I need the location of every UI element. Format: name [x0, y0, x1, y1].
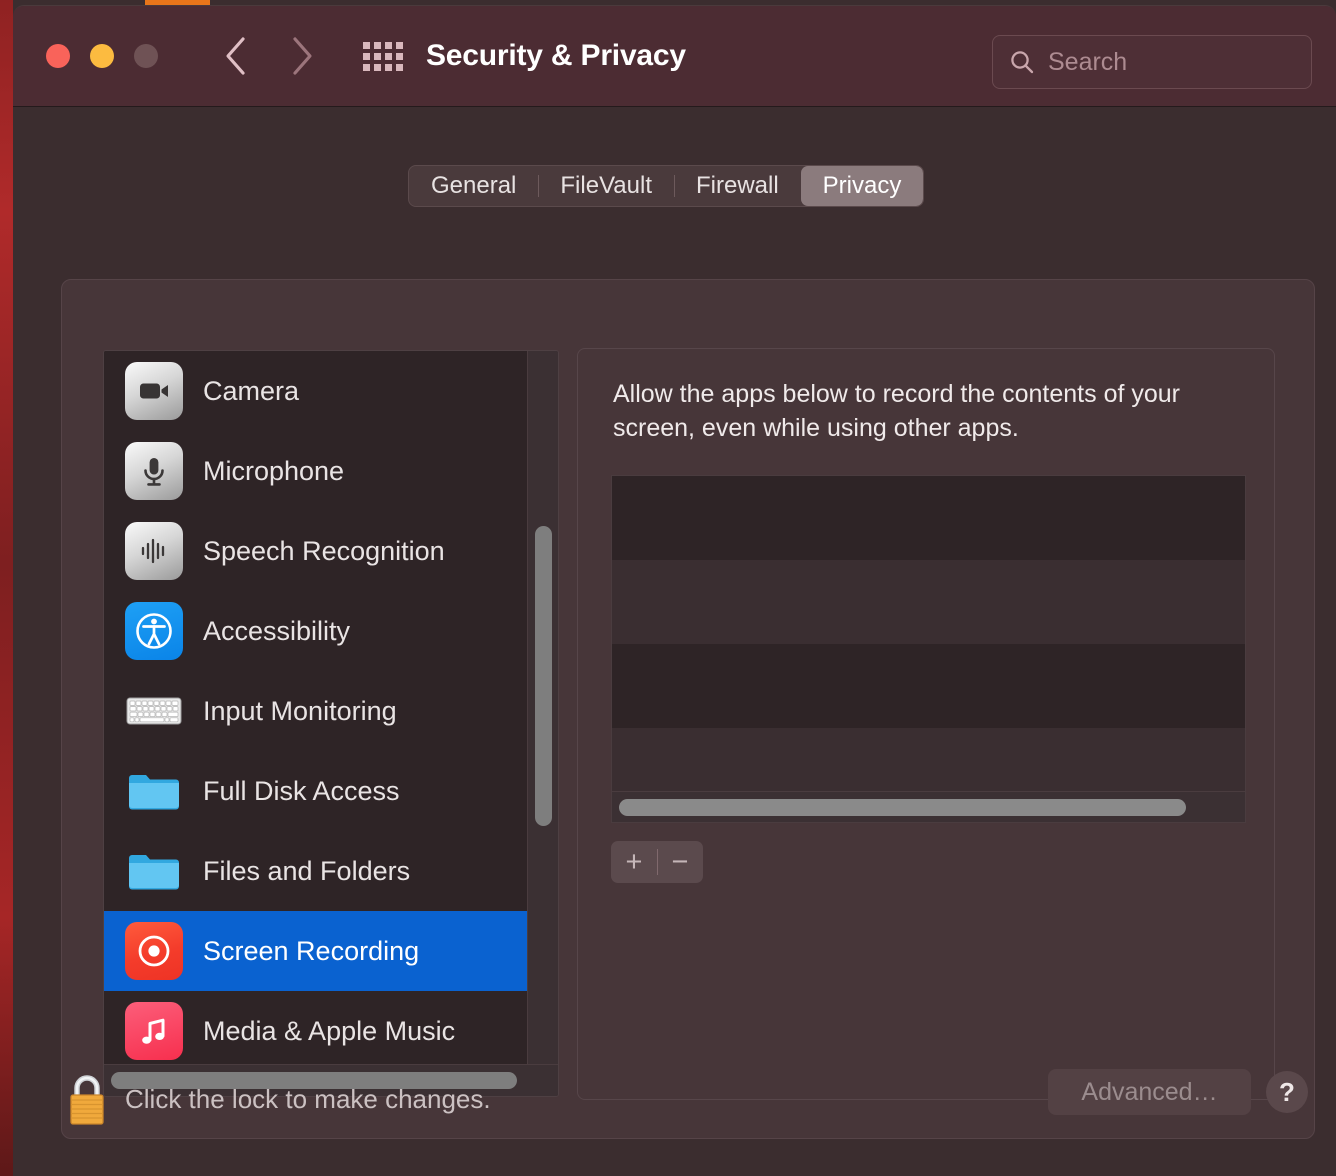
waveform-icon [125, 522, 183, 580]
sidebar-vertical-scrollbar[interactable] [527, 351, 558, 1066]
folder-icon [125, 842, 183, 900]
sidebar-item-camera[interactable]: Camera [104, 351, 529, 431]
keyboard-icon [125, 682, 183, 740]
tab-filevault[interactable]: FileVault [538, 166, 674, 206]
closed-lock-icon [61, 1075, 113, 1135]
chevron-right-icon [289, 35, 315, 77]
minimize-button[interactable] [90, 44, 114, 68]
remove-app-button[interactable]: − [657, 841, 703, 883]
allowed-apps-list[interactable] [611, 475, 1246, 823]
sidebar-item-files-and-folders[interactable]: Files and Folders [104, 831, 529, 911]
advanced-button[interactable]: Advanced… [1048, 1069, 1251, 1115]
tab-privacy[interactable]: Privacy [800, 166, 924, 206]
window-titlebar: Security & Privacy Search [13, 6, 1336, 107]
microphone-icon [125, 442, 183, 500]
tab-general[interactable]: General [409, 166, 538, 206]
desktop-background: Security & Privacy Search General FileVa… [0, 0, 1336, 1176]
close-button[interactable] [46, 44, 70, 68]
add-app-button[interactable]: + [611, 841, 657, 883]
add-remove-segmented-control: + − [611, 841, 703, 883]
tab-bar: General FileVault Firewall Privacy [408, 165, 925, 207]
app-list-horizontal-scrollbar[interactable] [612, 791, 1245, 822]
accessibility-icon [125, 602, 183, 660]
chevron-left-icon [223, 35, 249, 77]
permission-description: Allow the apps below to record the conte… [613, 380, 1180, 442]
app-list-horizontal-scroll-thumb[interactable] [619, 799, 1186, 816]
sidebar-item-label: Screen Recording [203, 935, 420, 966]
sidebar-item-label: Accessibility [203, 615, 351, 646]
page-title: Security & Privacy [426, 39, 686, 72]
sidebar-item-label: Files and Folders [203, 855, 411, 886]
traffic-light-buttons [46, 44, 158, 68]
sidebar-item-label: Input Monitoring [203, 695, 397, 726]
maximize-button[interactable] [134, 44, 158, 68]
grid-apps-icon[interactable] [362, 38, 404, 74]
sidebar-item-label: Microphone [203, 455, 345, 486]
help-button[interactable]: ? [1266, 1071, 1308, 1113]
list-item[interactable] [612, 560, 1245, 644]
camera-icon [125, 362, 183, 420]
sidebar-item-label: Camera [203, 375, 300, 406]
list-item[interactable] [612, 476, 1245, 560]
screen-recording-detail-panel: Allow the apps below to record the conte… [577, 348, 1275, 1100]
privacy-panel: Camera Microphone Speech Recognition Acc… [61, 279, 1315, 1139]
preferences-bottom-bar: Click the lock to make changes. Advanced… [13, 1051, 1336, 1176]
sidebar-item-label: Speech Recognition [203, 535, 445, 566]
lock-status-text: Click the lock to make changes. [125, 1084, 491, 1114]
sidebar-item-input-monitoring[interactable]: Input Monitoring [104, 671, 529, 751]
search-icon [1009, 49, 1035, 75]
tab-firewall[interactable]: Firewall [673, 166, 801, 206]
privacy-category-list: Camera Microphone Speech Recognition Acc… [104, 351, 529, 1071]
desktop-left-edge-strip [0, 0, 13, 1176]
sidebar-item-screen-recording[interactable]: Screen Recording [104, 911, 529, 991]
sidebar-item-full-disk-access[interactable]: Full Disk Access [104, 751, 529, 831]
sidebar-item-label: Media & Apple Music [203, 1015, 456, 1046]
lock-button[interactable] [61, 1069, 113, 1131]
system-preferences-window: Security & Privacy Search General FileVa… [13, 5, 1336, 1176]
sidebar-vertical-scroll-thumb[interactable] [535, 526, 552, 826]
forward-button[interactable] [280, 30, 324, 82]
sidebar-item-label: Full Disk Access [203, 775, 400, 806]
search-placeholder: Search [1048, 47, 1128, 76]
back-button[interactable] [214, 30, 258, 82]
sidebar-item-accessibility[interactable]: Accessibility [104, 591, 529, 671]
folder-icon [125, 762, 183, 820]
search-field[interactable]: Search [992, 35, 1312, 89]
window-content: General FileVault Firewall Privacy Camer… [13, 107, 1336, 1176]
sidebar-item-microphone[interactable]: Microphone [104, 431, 529, 511]
sidebar-item-speech-recognition[interactable]: Speech Recognition [104, 511, 529, 591]
list-item[interactable] [612, 644, 1245, 728]
privacy-category-sidebar: Camera Microphone Speech Recognition Acc… [103, 350, 559, 1097]
screen-recording-icon [125, 922, 183, 980]
